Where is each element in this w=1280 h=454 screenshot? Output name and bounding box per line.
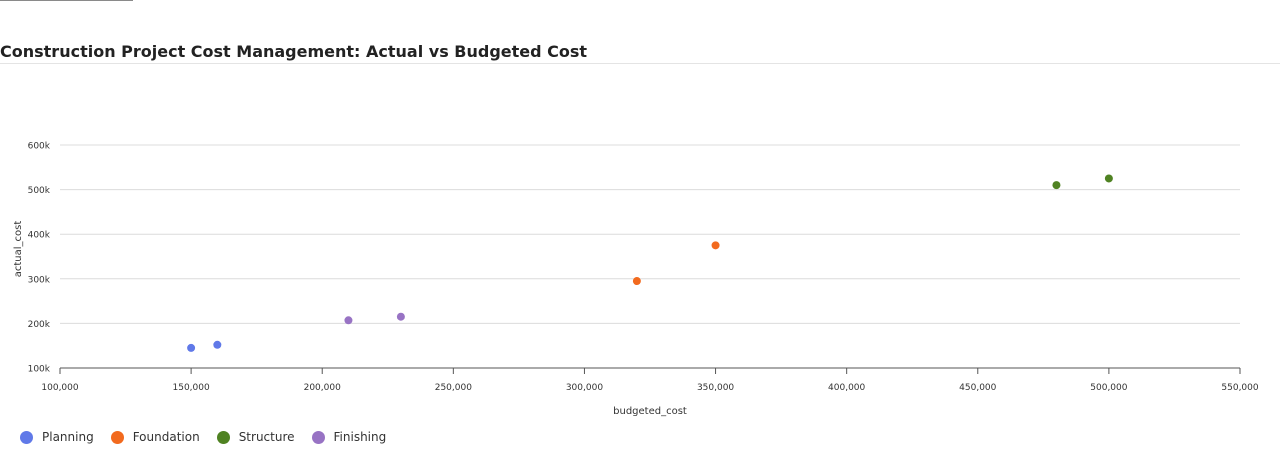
legend-item-structure[interactable]: Structure — [216, 430, 295, 444]
data-point-planning — [213, 340, 222, 349]
data-point-planning — [187, 343, 196, 352]
legend-label: Foundation — [132, 430, 200, 444]
legend-item-planning[interactable]: Planning — [20, 430, 94, 444]
legend-label: Structure — [238, 430, 295, 444]
data-point-foundation — [632, 277, 641, 286]
legend-swatch — [110, 430, 124, 444]
y-tick-label: 200k — [28, 320, 51, 330]
data-point-finishing — [344, 316, 353, 325]
points-layer — [187, 174, 1113, 352]
legend-label: Finishing — [333, 430, 387, 444]
data-point-structure — [1052, 181, 1061, 190]
data-point-finishing — [396, 312, 405, 321]
axis-layer: 100k 200k 300k 400k 500k 600k 100,000 150,000 20… — [28, 142, 1259, 394]
legend-swatch — [20, 430, 33, 444]
x-tick-label: 400,000 — [828, 383, 865, 393]
x-axis-label: budgeted_cost — [613, 406, 687, 417]
y-tick-label: 100k — [28, 365, 51, 375]
grid-layer — [60, 144, 1240, 369]
x-tick-label: 500,000 — [1090, 383, 1127, 393]
x-tick-label: 200,000 — [304, 383, 341, 393]
legend-item-foundation[interactable]: Foundation — [110, 430, 200, 444]
x-tick-label: 150,000 — [173, 383, 210, 393]
scatter-chart: 100k 200k 300k 400k 500k 600k 100,000 150,000 20… — [13, 142, 1259, 418]
y-tick-label: 300k — [28, 275, 51, 285]
x-tick-label: 350,000 — [697, 383, 734, 393]
y-tick-label: 500k — [28, 186, 51, 196]
legend-swatch — [311, 430, 325, 444]
x-tick-label: 100,000 — [41, 383, 78, 393]
x-tick-label: 550,000 — [1221, 383, 1258, 393]
legend-label: Planning — [42, 430, 94, 444]
y-tick-label: 400k — [28, 231, 51, 241]
legend-swatch — [216, 430, 230, 444]
legend-item-finishing[interactable]: Finishing — [311, 430, 387, 444]
x-tick-label: 300,000 — [566, 383, 603, 393]
x-tick-label: 250,000 — [435, 383, 472, 393]
y-tick-label: 600k — [28, 142, 51, 152]
x-tick-label: 450,000 — [959, 383, 996, 393]
y-axis-label: actual_cost — [13, 221, 24, 278]
data-point-structure — [1104, 174, 1113, 183]
data-point-foundation — [711, 241, 720, 250]
chart-legend: Planning Foundation Structure Finishing — [20, 430, 403, 444]
